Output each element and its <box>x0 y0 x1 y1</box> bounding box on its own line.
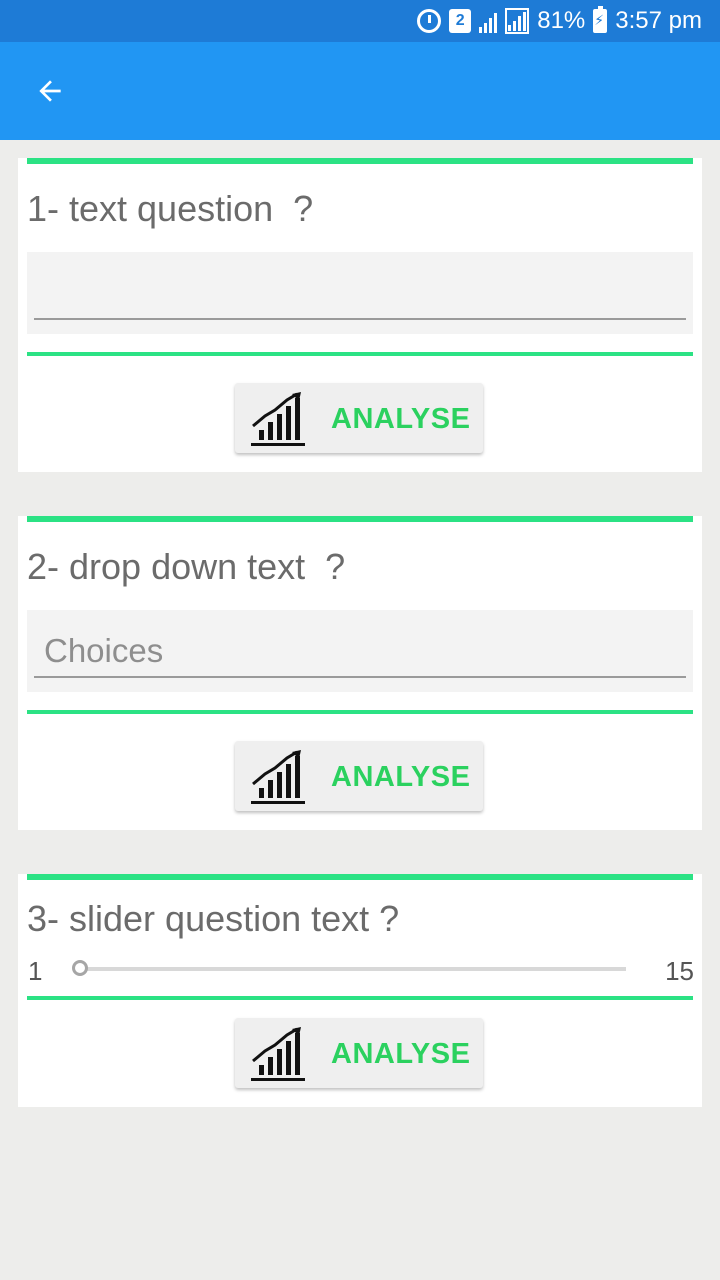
slider-min-label: 1 <box>28 956 43 986</box>
status-bar: 2 81% 3:57 pm <box>0 0 720 42</box>
slider-thumb[interactable] <box>72 960 88 976</box>
text-answer-input[interactable] <box>43 270 677 316</box>
field-underline <box>34 318 686 320</box>
battery-percent: 81% <box>537 7 586 34</box>
question-title: 1- text question ? <box>27 188 314 229</box>
signal-box-icon <box>505 8 530 34</box>
analyse-label: ANALYSE <box>331 403 471 435</box>
analyse-button[interactable]: ANALYSE <box>235 1018 483 1088</box>
dropdown-placeholder: Choices <box>44 632 164 669</box>
alarm-icon <box>417 9 442 33</box>
question-card-1: 1- text question ? ANALYSE <box>18 158 702 472</box>
analyse-label: ANALYSE <box>331 761 471 793</box>
question-card-3: 3- slider question text ? 1 15 ANALYSE <box>18 874 702 1107</box>
field-underline <box>34 676 686 678</box>
text-answer-field <box>27 252 693 334</box>
question-title: 3- slider question text ? <box>27 898 400 939</box>
accent-line <box>27 996 693 1000</box>
slider-max-label: 15 <box>665 956 694 986</box>
bar-chart-growth-icon <box>251 750 305 804</box>
analyse-button[interactable]: ANALYSE <box>235 741 483 811</box>
analyse-label: ANALYSE <box>331 1038 471 1070</box>
back-button[interactable] <box>30 71 70 111</box>
signal-icon <box>479 9 498 33</box>
question-card-2: 2- drop down text ? Choices ANALYSE <box>18 516 702 830</box>
dropdown-field[interactable]: Choices <box>27 610 693 692</box>
slider-track[interactable] <box>80 967 626 971</box>
sim-icon: 2 <box>449 9 472 33</box>
question-title: 2- drop down text ? <box>27 546 346 587</box>
accent-line <box>27 516 693 522</box>
status-time: 3:57 pm <box>615 7 702 34</box>
battery-charging-icon <box>593 6 608 33</box>
accent-line <box>27 158 693 164</box>
arrow-back-icon <box>39 80 61 102</box>
bar-chart-growth-icon <box>251 1027 305 1081</box>
bar-chart-growth-icon <box>251 392 305 446</box>
accent-line <box>27 710 693 714</box>
accent-line <box>27 874 693 880</box>
app-bar <box>0 42 720 140</box>
analyse-button[interactable]: ANALYSE <box>235 383 483 453</box>
accent-line <box>27 352 693 356</box>
